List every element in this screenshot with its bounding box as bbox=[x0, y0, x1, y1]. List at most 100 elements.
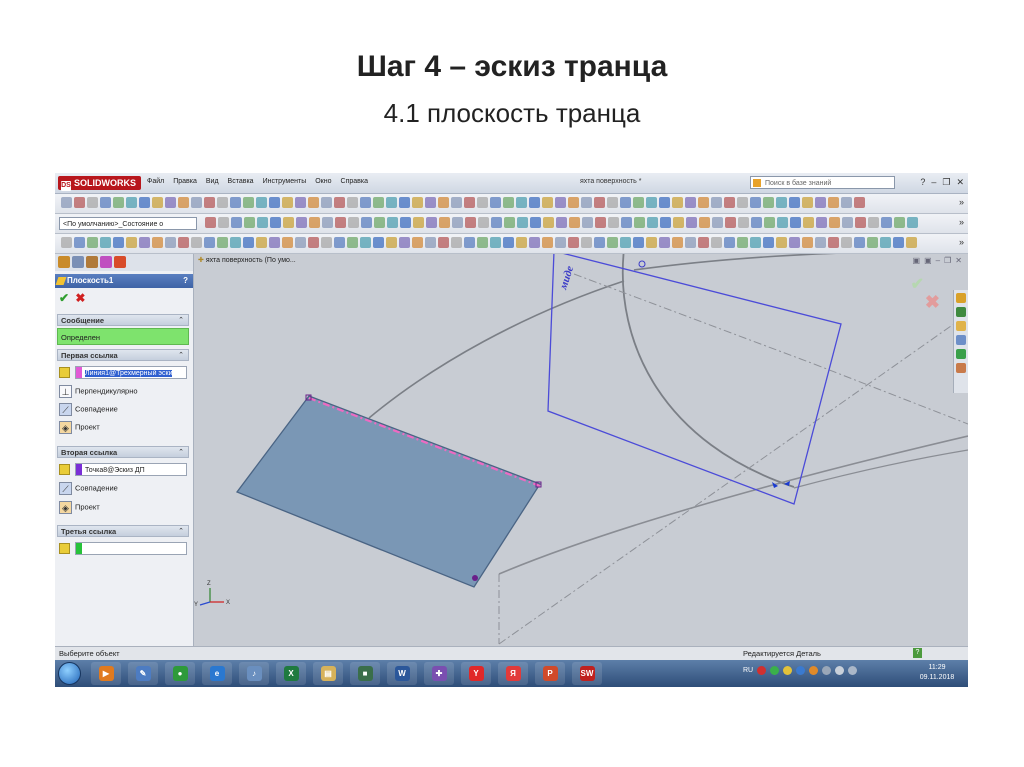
toolbar-tool-icon[interactable] bbox=[777, 217, 788, 228]
toolbar-tool-icon[interactable] bbox=[815, 237, 826, 248]
toolbar-tool-icon[interactable] bbox=[685, 237, 696, 248]
chevron-right-icon[interactable]: » bbox=[959, 237, 964, 247]
toolbar-tool-icon[interactable] bbox=[243, 237, 254, 248]
toolbar-tool-icon[interactable] bbox=[126, 237, 137, 248]
toolbar-tool-icon[interactable] bbox=[386, 197, 397, 208]
taskbar-app-explorer[interactable]: ▤ bbox=[313, 662, 343, 685]
menu-item[interactable]: Вставка bbox=[228, 178, 254, 185]
third-reference-header[interactable]: Третья ссылка ⌃ bbox=[57, 525, 189, 537]
toolbar-tool-icon[interactable] bbox=[386, 237, 397, 248]
toolbar-tool-icon[interactable] bbox=[87, 237, 98, 248]
toolbar-tool-icon[interactable] bbox=[230, 197, 241, 208]
chevron-right-icon[interactable]: » bbox=[959, 197, 964, 207]
toolbar-tool-icon[interactable] bbox=[646, 237, 657, 248]
toolbar-tool-icon[interactable] bbox=[244, 217, 255, 228]
perpendicular-option[interactable]: ⊥ Перпендикулярно bbox=[59, 385, 138, 398]
coincident-option[interactable]: ⟋ Совпадение bbox=[59, 403, 118, 416]
toolbar-tool-icon[interactable] bbox=[361, 217, 372, 228]
toolbar-tool-icon[interactable] bbox=[789, 237, 800, 248]
help-button[interactable]: ? bbox=[183, 274, 188, 288]
property-manager-tab-icon[interactable] bbox=[72, 256, 84, 268]
toolbar-tool-icon[interactable] bbox=[282, 197, 293, 208]
toolbar-tool-icon[interactable] bbox=[737, 197, 748, 208]
help-icon[interactable]: ? bbox=[920, 177, 925, 188]
tray-warning-icon[interactable] bbox=[783, 666, 793, 675]
toolbar-tool-icon[interactable] bbox=[426, 217, 437, 228]
toolbar-tool-icon[interactable] bbox=[529, 197, 540, 208]
toolbar-tool-icon[interactable] bbox=[152, 237, 163, 248]
toolbar-tool-icon[interactable] bbox=[751, 217, 762, 228]
toolbar-tool-icon[interactable] bbox=[763, 197, 774, 208]
toolbar-tool-icon[interactable] bbox=[334, 237, 345, 248]
toolbar-tool-icon[interactable] bbox=[191, 237, 202, 248]
home-icon[interactable] bbox=[956, 293, 966, 303]
toolbar-tool-icon[interactable] bbox=[711, 197, 722, 208]
toolbar-tool-icon[interactable] bbox=[504, 217, 515, 228]
graphics-area[interactable]: миде Z X Y ✚ яхта поверхность (По умо...… bbox=[194, 254, 968, 646]
toolbar-tool-icon[interactable] bbox=[542, 237, 553, 248]
toolbar-tool-icon[interactable] bbox=[334, 197, 345, 208]
toolbar-tool-icon[interactable] bbox=[74, 237, 85, 248]
toolbar-tool-icon[interactable] bbox=[113, 197, 124, 208]
toolbar-tool-icon[interactable] bbox=[465, 217, 476, 228]
toolbar-tool-icon[interactable] bbox=[205, 217, 216, 228]
toolbar-tool-icon[interactable] bbox=[204, 197, 215, 208]
toolbar-tool-icon[interactable] bbox=[569, 217, 580, 228]
toolbar-tool-icon[interactable] bbox=[686, 217, 697, 228]
taskbar-app-excel[interactable]: X bbox=[276, 662, 306, 685]
restore-icon[interactable]: ❐ bbox=[942, 177, 950, 188]
toolbar-tool-icon[interactable] bbox=[100, 197, 111, 208]
toolbar-tool-icon[interactable] bbox=[464, 237, 475, 248]
toolbar-tool-icon[interactable] bbox=[672, 237, 683, 248]
toolbar-tool-icon[interactable] bbox=[789, 197, 800, 208]
toolbar-tool-icon[interactable] bbox=[360, 197, 371, 208]
toolbar-tool-icon[interactable] bbox=[256, 237, 267, 248]
toolbar-tool-icon[interactable] bbox=[491, 217, 502, 228]
toolbar-tool-icon[interactable] bbox=[868, 217, 879, 228]
toolbar-tool-icon[interactable] bbox=[257, 217, 268, 228]
taskbar-app-green-orb[interactable]: ● bbox=[165, 662, 195, 685]
folder-icon[interactable] bbox=[956, 321, 966, 331]
toolbar-tool-icon[interactable] bbox=[309, 217, 320, 228]
taskbar-app-solidworks[interactable]: SW bbox=[572, 662, 602, 685]
resources-icon[interactable] bbox=[956, 307, 966, 317]
toolbar-tool-icon[interactable] bbox=[594, 237, 605, 248]
toolbar-tool-icon[interactable] bbox=[855, 217, 866, 228]
language-indicator[interactable]: RU bbox=[743, 667, 753, 674]
toolbar-tool-icon[interactable] bbox=[399, 237, 410, 248]
toolbar-tool-icon[interactable] bbox=[750, 197, 761, 208]
toolbar-tool-icon[interactable] bbox=[438, 237, 449, 248]
first-reference-header[interactable]: Первая ссылка ⌃ bbox=[57, 349, 189, 361]
ok-button[interactable]: ✔ bbox=[59, 291, 69, 305]
toolbar-tool-icon[interactable] bbox=[659, 237, 670, 248]
toolbar-tool-icon[interactable] bbox=[594, 197, 605, 208]
toolbar-tool-icon[interactable] bbox=[374, 217, 385, 228]
toolbar-tool-icon[interactable] bbox=[126, 197, 137, 208]
toolbar-tool-icon[interactable] bbox=[764, 217, 775, 228]
toolbar-tool-icon[interactable] bbox=[828, 197, 839, 208]
toolbar-tool-icon[interactable] bbox=[646, 197, 657, 208]
toolbar-tool-icon[interactable] bbox=[438, 197, 449, 208]
toolbar-tool-icon[interactable] bbox=[607, 237, 618, 248]
toolbar-tool-icon[interactable] bbox=[711, 237, 722, 248]
toolbar-tool-icon[interactable] bbox=[256, 197, 267, 208]
toolbar-tool-icon[interactable] bbox=[699, 217, 710, 228]
second-reference-field[interactable]: Точка8@Эскиз ДП bbox=[75, 463, 187, 476]
message-section-header[interactable]: Сообщение ⌃ bbox=[57, 314, 189, 326]
toolbar-tool-icon[interactable] bbox=[867, 237, 878, 248]
toolbar-tool-icon[interactable] bbox=[542, 197, 553, 208]
toolbar-tool-icon[interactable] bbox=[322, 217, 333, 228]
minimize-icon[interactable]: – bbox=[936, 256, 940, 265]
toolbar-tool-icon[interactable] bbox=[608, 217, 619, 228]
toolbar-tool-icon[interactable] bbox=[217, 197, 228, 208]
display-tab-icon[interactable] bbox=[114, 256, 126, 268]
toolbar-tool-icon[interactable] bbox=[698, 237, 709, 248]
toolbar-tool-icon[interactable] bbox=[543, 217, 554, 228]
toolbar-tool-icon[interactable] bbox=[321, 237, 332, 248]
toolbar-tool-icon[interactable] bbox=[464, 197, 475, 208]
toolbar-tool-icon[interactable] bbox=[738, 217, 749, 228]
toolbar-tool-icon[interactable] bbox=[295, 197, 306, 208]
toolbar-tool-icon[interactable] bbox=[269, 197, 280, 208]
tray-update-icon[interactable] bbox=[770, 666, 780, 675]
tray-battery-icon[interactable] bbox=[848, 666, 858, 675]
